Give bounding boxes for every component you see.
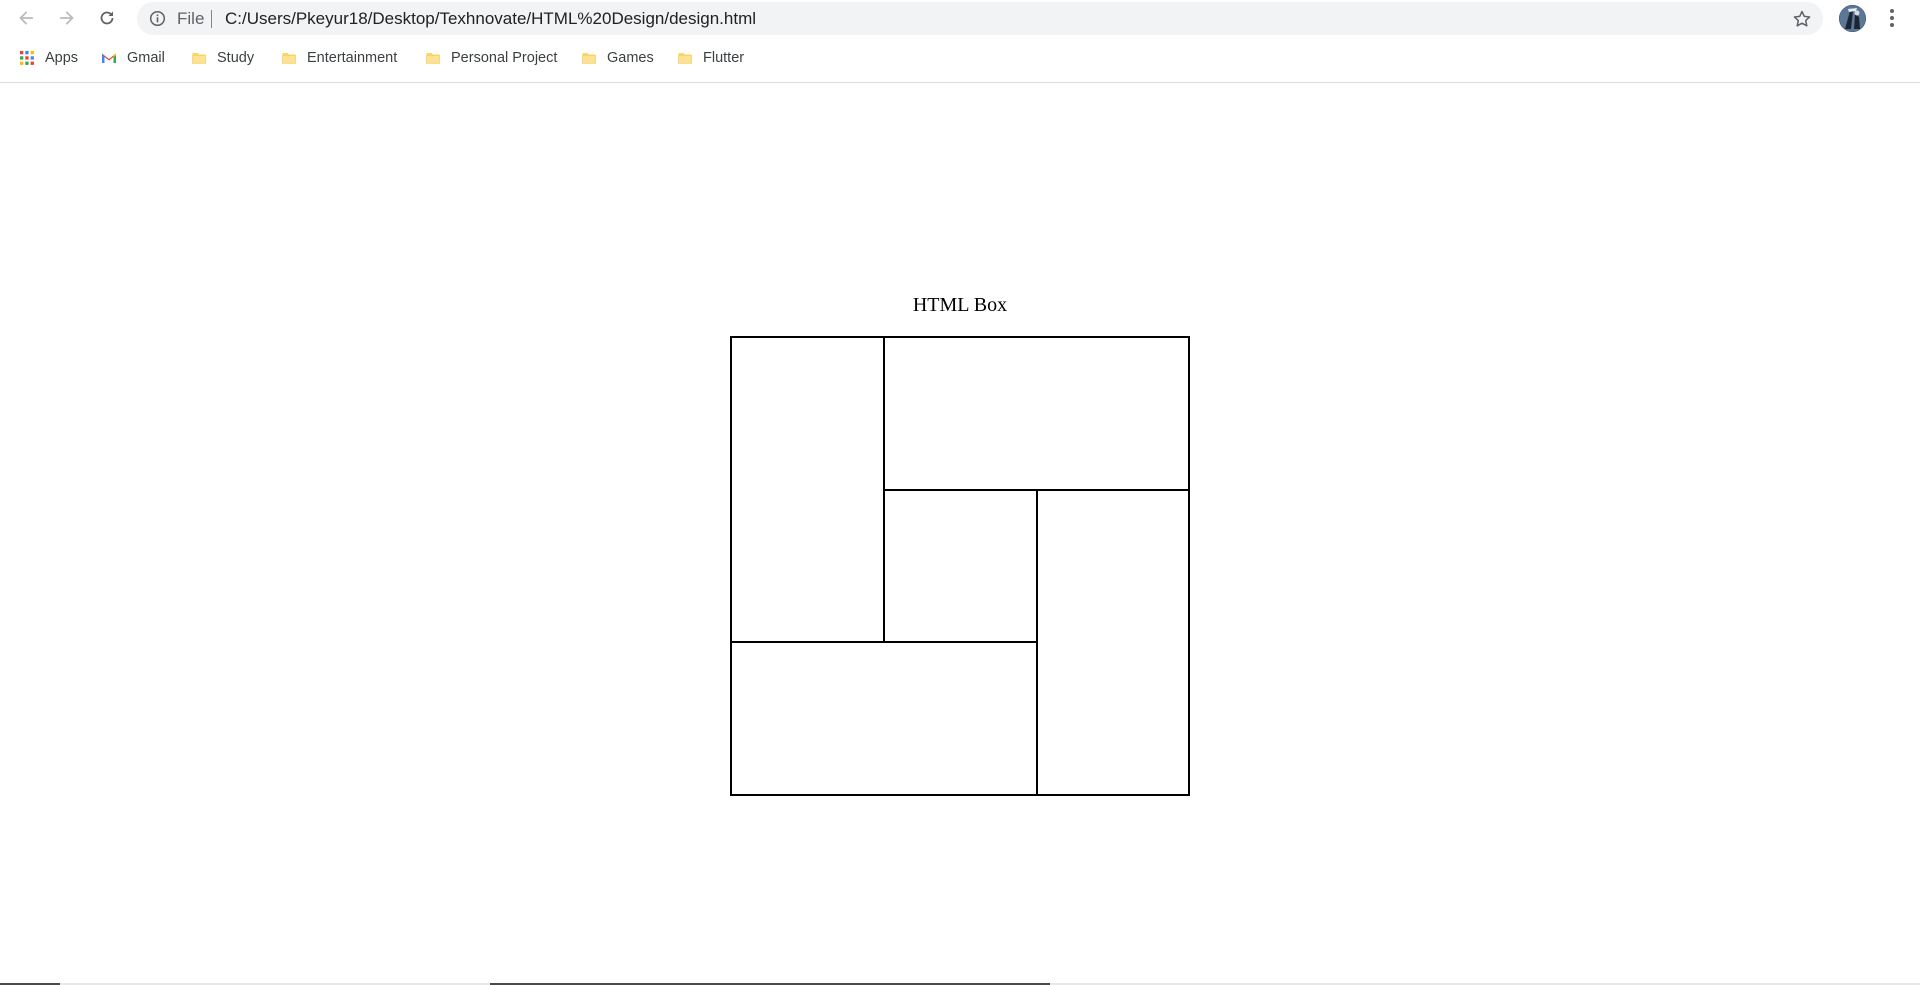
forward-button[interactable] [53,4,81,32]
url-text[interactable]: C:/Users/Pkeyur18/Desktop/Texhnovate/HTM… [225,9,756,28]
folder-icon [282,53,296,64]
bookmark-folder-study[interactable]: Study [191,44,254,72]
box-cell-top-right [883,336,1190,491]
bookmark-label: Entertainment [307,50,398,66]
bookmark-folder-games[interactable]: Games [581,44,654,72]
bookmark-label: Flutter [703,50,745,66]
folder-icon [192,53,206,64]
arrow-left-icon [19,11,33,25]
arrow-right-icon [60,11,74,25]
star-icon[interactable] [1792,9,1812,29]
bookmark-folder-entertainment[interactable]: Entertainment [281,44,397,72]
url-scheme-label: File [177,9,205,28]
html-box-layout [730,336,1190,796]
box-cell-bottom-left [730,641,1038,796]
browser-window: File C:/Users/Pkeyur18/Desktop/Texhnovat… [0,0,1920,985]
profile-picture-icon [1839,5,1866,32]
bookmark-folder-personal-project[interactable]: Personal Project [425,44,557,72]
url-separator [211,10,212,28]
reload-button[interactable] [93,4,121,32]
bookmark-apps[interactable]: Apps [19,44,78,72]
gmail-icon [102,53,116,63]
apps-grid-icon [20,51,34,65]
reload-icon [100,11,114,25]
box-cell-top-left [730,336,885,643]
address-bar[interactable]: File C:/Users/Pkeyur18/Desktop/Texhnovat… [137,2,1823,35]
back-button[interactable] [12,4,40,32]
browser-toolbar: File C:/Users/Pkeyur18/Desktop/Texhnovat… [0,0,1920,36]
info-icon[interactable] [149,10,166,27]
bookmarks-bar: Apps Gmail Study Entertainment Personal … [0,44,1920,72]
bookmark-label: Apps [45,50,79,66]
more-vert-icon[interactable] [1884,6,1900,30]
avatar[interactable] [1839,5,1866,32]
bookmark-label: Personal Project [451,50,558,66]
folder-icon [426,53,440,64]
folder-icon [582,53,596,64]
bookmark-label: Games [607,50,654,66]
box-cell-center [883,489,1038,643]
page-title: HTML Box [912,294,1008,316]
bookmark-label: Gmail [127,50,165,66]
box-cell-bottom-right [1036,489,1190,796]
bookmark-label: Study [217,50,255,66]
folder-icon [678,53,692,64]
bookmark-folder-flutter[interactable]: Flutter [677,44,744,72]
page-viewport: HTML Box [0,83,1920,983]
bookmark-gmail[interactable]: Gmail [101,44,165,72]
